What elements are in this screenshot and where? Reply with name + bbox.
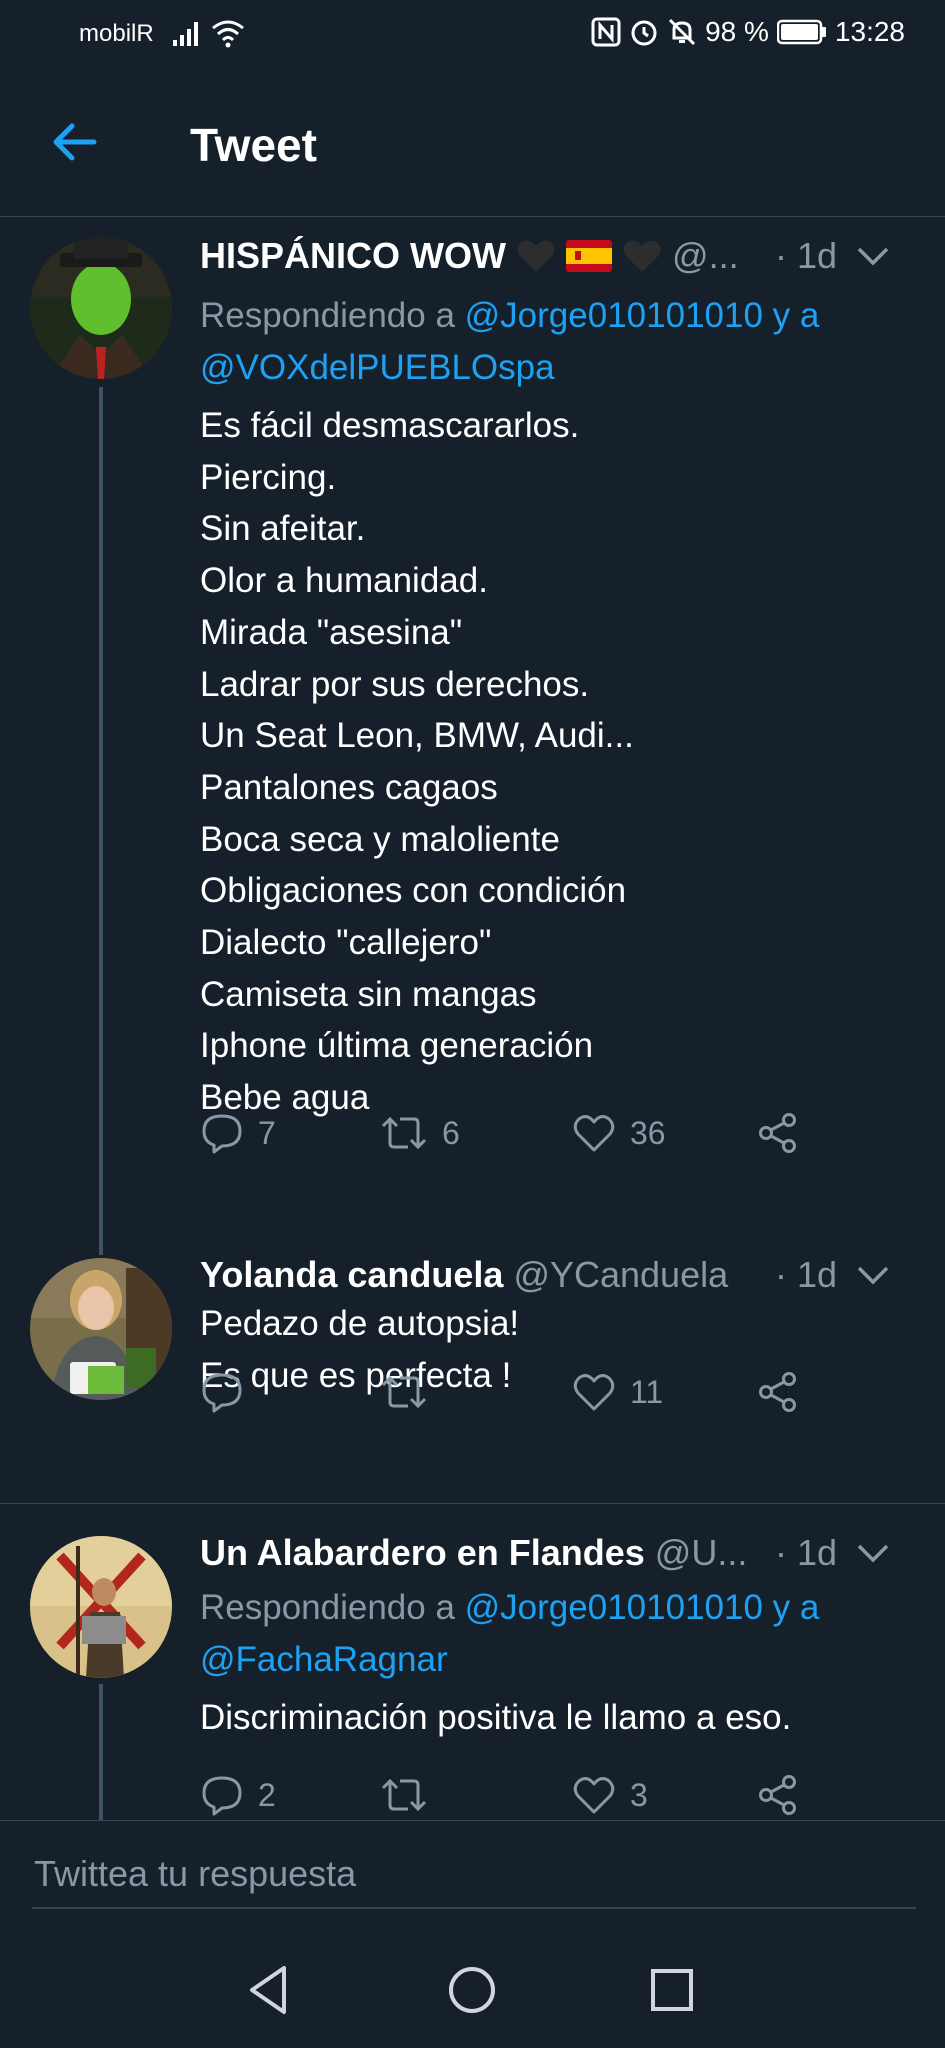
thread-line [99, 1684, 103, 1834]
reply-button[interactable]: 7 [200, 1103, 276, 1163]
replying-to: Respondiendo a @Jorge010101010 y a @VOXd… [200, 290, 905, 394]
status-right: 98 % 13:28 [591, 16, 905, 48]
heart-icon [573, 1777, 615, 1814]
system-nav-bar [0, 1930, 945, 2048]
reply-button[interactable]: 2 [200, 1765, 276, 1825]
thread-line [99, 387, 103, 1255]
display-name[interactable]: Un Alabardero en Flandes [200, 1532, 645, 1573]
tweet-header: HISPÁNICO WOW @... · 1d [200, 235, 925, 281]
tweet-text: Es fácil desmascararlos. Piercing. Sin a… [200, 406, 634, 1118]
chevron-down-icon[interactable] [855, 1538, 891, 1568]
retweet-button[interactable] [380, 1362, 442, 1422]
tweet-actions: 7 6 36 [200, 1103, 820, 1163]
page-title: Tweet [190, 119, 317, 171]
nfc-icon [591, 17, 621, 47]
reply-button[interactable] [200, 1362, 258, 1422]
tweet-text: Discriminación positiva le llamo a eso. [200, 1698, 792, 1737]
black-heart-icon [517, 240, 555, 272]
signal-icon [173, 22, 198, 46]
reply-count: 7 [258, 1114, 276, 1151]
chevron-down-icon[interactable] [855, 241, 891, 271]
retweet-button[interactable]: 6 [380, 1103, 460, 1163]
user-handle[interactable]: @YCanduela [513, 1254, 728, 1295]
mention-link[interactable]: @Jorge010101010 [465, 296, 763, 335]
reply-icon [202, 1373, 242, 1413]
wifi-icon [212, 20, 244, 48]
heart-icon [573, 1374, 615, 1411]
mention-link[interactable]: @VOXdelPUEBLOspa [200, 348, 555, 387]
heart-icon [573, 1115, 615, 1152]
tweet-header: Un Alabardero en Flandes @U... · 1d [200, 1532, 925, 1578]
like-button[interactable]: 3 [572, 1765, 648, 1825]
spain-flag-icon [566, 240, 613, 272]
mention-link[interactable]: @Jorge010101010 [465, 1588, 763, 1627]
reply-count: 2 [258, 1776, 276, 1813]
nav-home-icon[interactable] [442, 1960, 502, 2020]
retweet-button[interactable] [380, 1765, 442, 1825]
timestamp[interactable]: · 1d [775, 235, 837, 277]
nav-recents-icon[interactable] [642, 1960, 702, 2020]
divider [0, 1503, 945, 1504]
like-button[interactable]: 36 [572, 1103, 666, 1163]
reply-input[interactable] [32, 1841, 916, 1909]
black-heart-icon [623, 240, 661, 272]
battery-percent: 98 % [705, 16, 769, 47]
reply-prefix: Respondiendo a [200, 1588, 465, 1627]
avatar[interactable] [30, 237, 172, 379]
timestamp[interactable]: · 1d [775, 1532, 837, 1574]
reply-composer [0, 1820, 945, 1931]
display-name[interactable]: Yolanda canduela [200, 1254, 503, 1295]
share-icon [759, 1113, 796, 1153]
carrier-label: mobilR [79, 20, 154, 47]
status-bar: mobilR 98 % 13:28 [0, 0, 945, 72]
reply-conj: y a [762, 296, 820, 335]
timestamp[interactable]: · 1d [775, 1254, 837, 1296]
like-count: 3 [630, 1776, 648, 1813]
retweet-icon [381, 1778, 427, 1812]
share-icon [759, 1372, 796, 1412]
clock: 13:28 [834, 16, 905, 47]
avatar[interactable] [30, 1536, 172, 1678]
share-button[interactable] [756, 1765, 800, 1825]
user-handle[interactable]: @U... [655, 1532, 748, 1573]
arrow-left-icon[interactable] [48, 116, 100, 168]
top-bar: Tweet [0, 72, 945, 217]
nav-back-icon[interactable] [240, 1960, 300, 2020]
like-count: 11 [630, 1373, 664, 1410]
tweet-header: Yolanda canduela @YCanduela · 1d [200, 1254, 925, 1300]
display-name[interactable]: HISPÁNICO WOW [200, 235, 506, 276]
user-handle[interactable]: @... [672, 235, 739, 276]
reply-conj: y a [762, 1588, 820, 1627]
battery-icon [776, 19, 826, 45]
share-icon [759, 1775, 796, 1815]
tweet-actions: 11 [200, 1362, 820, 1422]
avatar[interactable] [30, 1258, 172, 1400]
replying-to: Respondiendo a @Jorge010101010 y a @Fach… [200, 1582, 905, 1686]
tweet-actions: 2 3 [200, 1765, 820, 1825]
mention-link[interactable]: @FachaRagnar [200, 1640, 448, 1679]
reply-icon [202, 1114, 242, 1154]
share-button[interactable] [756, 1362, 800, 1422]
like-count: 36 [630, 1114, 666, 1151]
reply-prefix: Respondiendo a [200, 296, 465, 335]
reply-icon [202, 1776, 242, 1816]
mute-icon [669, 18, 696, 46]
share-button[interactable] [756, 1103, 800, 1163]
retweet-count: 6 [442, 1114, 460, 1151]
retweet-icon [381, 1375, 427, 1409]
chevron-down-icon[interactable] [855, 1260, 891, 1290]
alarm-icon [631, 20, 657, 46]
retweet-icon [381, 1116, 427, 1150]
like-button[interactable]: 11 [572, 1362, 663, 1422]
